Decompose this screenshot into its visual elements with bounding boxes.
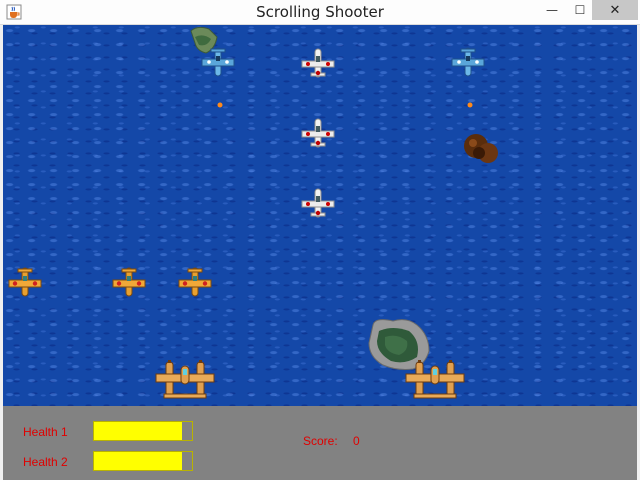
enemy-plane-white xyxy=(301,118,335,148)
game-canvas[interactable] xyxy=(3,25,637,406)
hud-panel: Health 1 Health 2 Score: 0 xyxy=(3,406,637,480)
scene-layer xyxy=(8,26,498,399)
player-1-plane xyxy=(155,359,215,399)
health-2-bar xyxy=(93,451,193,471)
close-button[interactable]: ✕ xyxy=(592,0,638,20)
enemy-bullet xyxy=(467,102,473,108)
health-1-fill xyxy=(94,422,183,440)
title-bar[interactable]: Scrolling Shooter — ☐ ✕ xyxy=(0,0,640,25)
minimize-button[interactable]: — xyxy=(538,0,566,20)
enemy-bullet xyxy=(217,102,223,108)
health-2-label: Health 2 xyxy=(23,455,68,469)
enemy-plane-white xyxy=(301,188,335,218)
score-label: Score: xyxy=(303,434,338,448)
game-window: Scrolling Shooter — ☐ ✕ Health 1 Health … xyxy=(0,0,640,480)
score-value: 0 xyxy=(353,434,360,448)
health-1-bar xyxy=(93,421,193,441)
health-2-fill xyxy=(94,452,183,470)
enemy-plane-orange xyxy=(112,267,146,297)
maximize-button[interactable]: ☐ xyxy=(566,0,594,20)
enemy-plane-orange xyxy=(8,267,42,297)
enemy-plane-orange xyxy=(178,267,212,297)
enemy-plane-white xyxy=(301,48,335,78)
explosion xyxy=(464,134,498,163)
health-1-label: Health 1 xyxy=(23,425,68,439)
enemy-plane-blue xyxy=(451,47,485,77)
